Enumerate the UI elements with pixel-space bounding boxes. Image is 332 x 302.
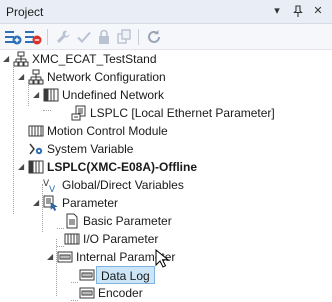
copy-icon[interactable] <box>115 28 133 46</box>
project-tree: ◢ XMC_ECAT_TestStand ◢ Network Configura… <box>0 50 332 301</box>
network-grid-icon <box>43 87 59 103</box>
tree-connector <box>13 67 14 214</box>
ethernet-parameter-icon <box>71 105 87 121</box>
internal-parameter-icon <box>57 249 73 265</box>
tree-item-label: Global/Direct Variables <box>62 178 184 192</box>
panel-dropdown-icon[interactable]: ▾ <box>270 4 284 18</box>
tree-item-label: XMC_ECAT_TestStand <box>32 52 157 66</box>
collapse-arrow-icon[interactable]: ◢ <box>47 253 55 261</box>
collapse-arrow-icon[interactable]: ◢ <box>33 199 41 207</box>
close-icon[interactable]: ✕ <box>311 4 325 18</box>
lock-icon[interactable] <box>95 28 113 46</box>
refresh-icon[interactable] <box>145 28 163 46</box>
tree-connector <box>43 110 51 111</box>
tree-item-label: Parameter <box>62 196 119 210</box>
global-variables-icon: VV <box>43 177 59 193</box>
toolbar-separator <box>47 29 48 45</box>
tree-item-label: Encoder <box>98 286 143 300</box>
network-icon <box>28 69 44 85</box>
tree-connector <box>56 239 57 296</box>
collapse-arrow-icon[interactable]: ◢ <box>33 91 41 99</box>
parameter-folder-icon <box>43 195 59 211</box>
io-module-icon <box>64 231 80 247</box>
svg-text:V: V <box>49 185 56 193</box>
pin-icon[interactable] <box>291 4 305 18</box>
system-variable-icon <box>28 141 44 157</box>
collapse-all-icon[interactable] <box>24 28 42 46</box>
collapse-arrow-icon[interactable]: ◢ <box>18 163 26 171</box>
project-toolbar <box>0 24 332 50</box>
tree-item-label: Motion Control Module <box>47 124 168 138</box>
tree-connector <box>71 300 78 301</box>
tree-item-label: I/O Parameter <box>83 232 159 246</box>
panel-title: Project <box>6 5 44 19</box>
document-icon <box>64 213 80 229</box>
tree-item-label: Data Log <box>96 266 155 284</box>
tree-item-label: Basic Parameter <box>83 214 172 228</box>
collapse-arrow-icon[interactable]: ◢ <box>3 55 11 63</box>
check-icon[interactable] <box>75 28 93 46</box>
panel-title-bar: Project ▾ ✕ <box>0 0 332 24</box>
plc-icon <box>28 159 44 175</box>
collapse-arrow-icon[interactable]: ◢ <box>18 73 26 81</box>
project-icon <box>13 51 29 67</box>
toolbar-separator <box>138 29 139 45</box>
tree-connector <box>71 282 78 283</box>
expand-all-icon[interactable] <box>4 28 22 46</box>
tree-item-label: Undefined Network <box>62 88 165 102</box>
tree-item-label: System Variable <box>47 142 134 156</box>
tree-item-label: Network Configuration <box>47 70 166 84</box>
tree-item-label: LSPLC [Local Ethernet Parameter] <box>90 106 275 120</box>
wrench-icon[interactable] <box>54 28 72 46</box>
tree-connector <box>57 228 64 229</box>
encoder-icon <box>79 285 95 301</box>
tree-item-label: LSPLC(XMC-E08A)-Offline <box>47 160 197 174</box>
mouse-cursor-icon <box>155 248 171 269</box>
tree-connector <box>28 85 29 106</box>
tree-connector <box>57 246 64 247</box>
module-icon <box>28 123 44 139</box>
